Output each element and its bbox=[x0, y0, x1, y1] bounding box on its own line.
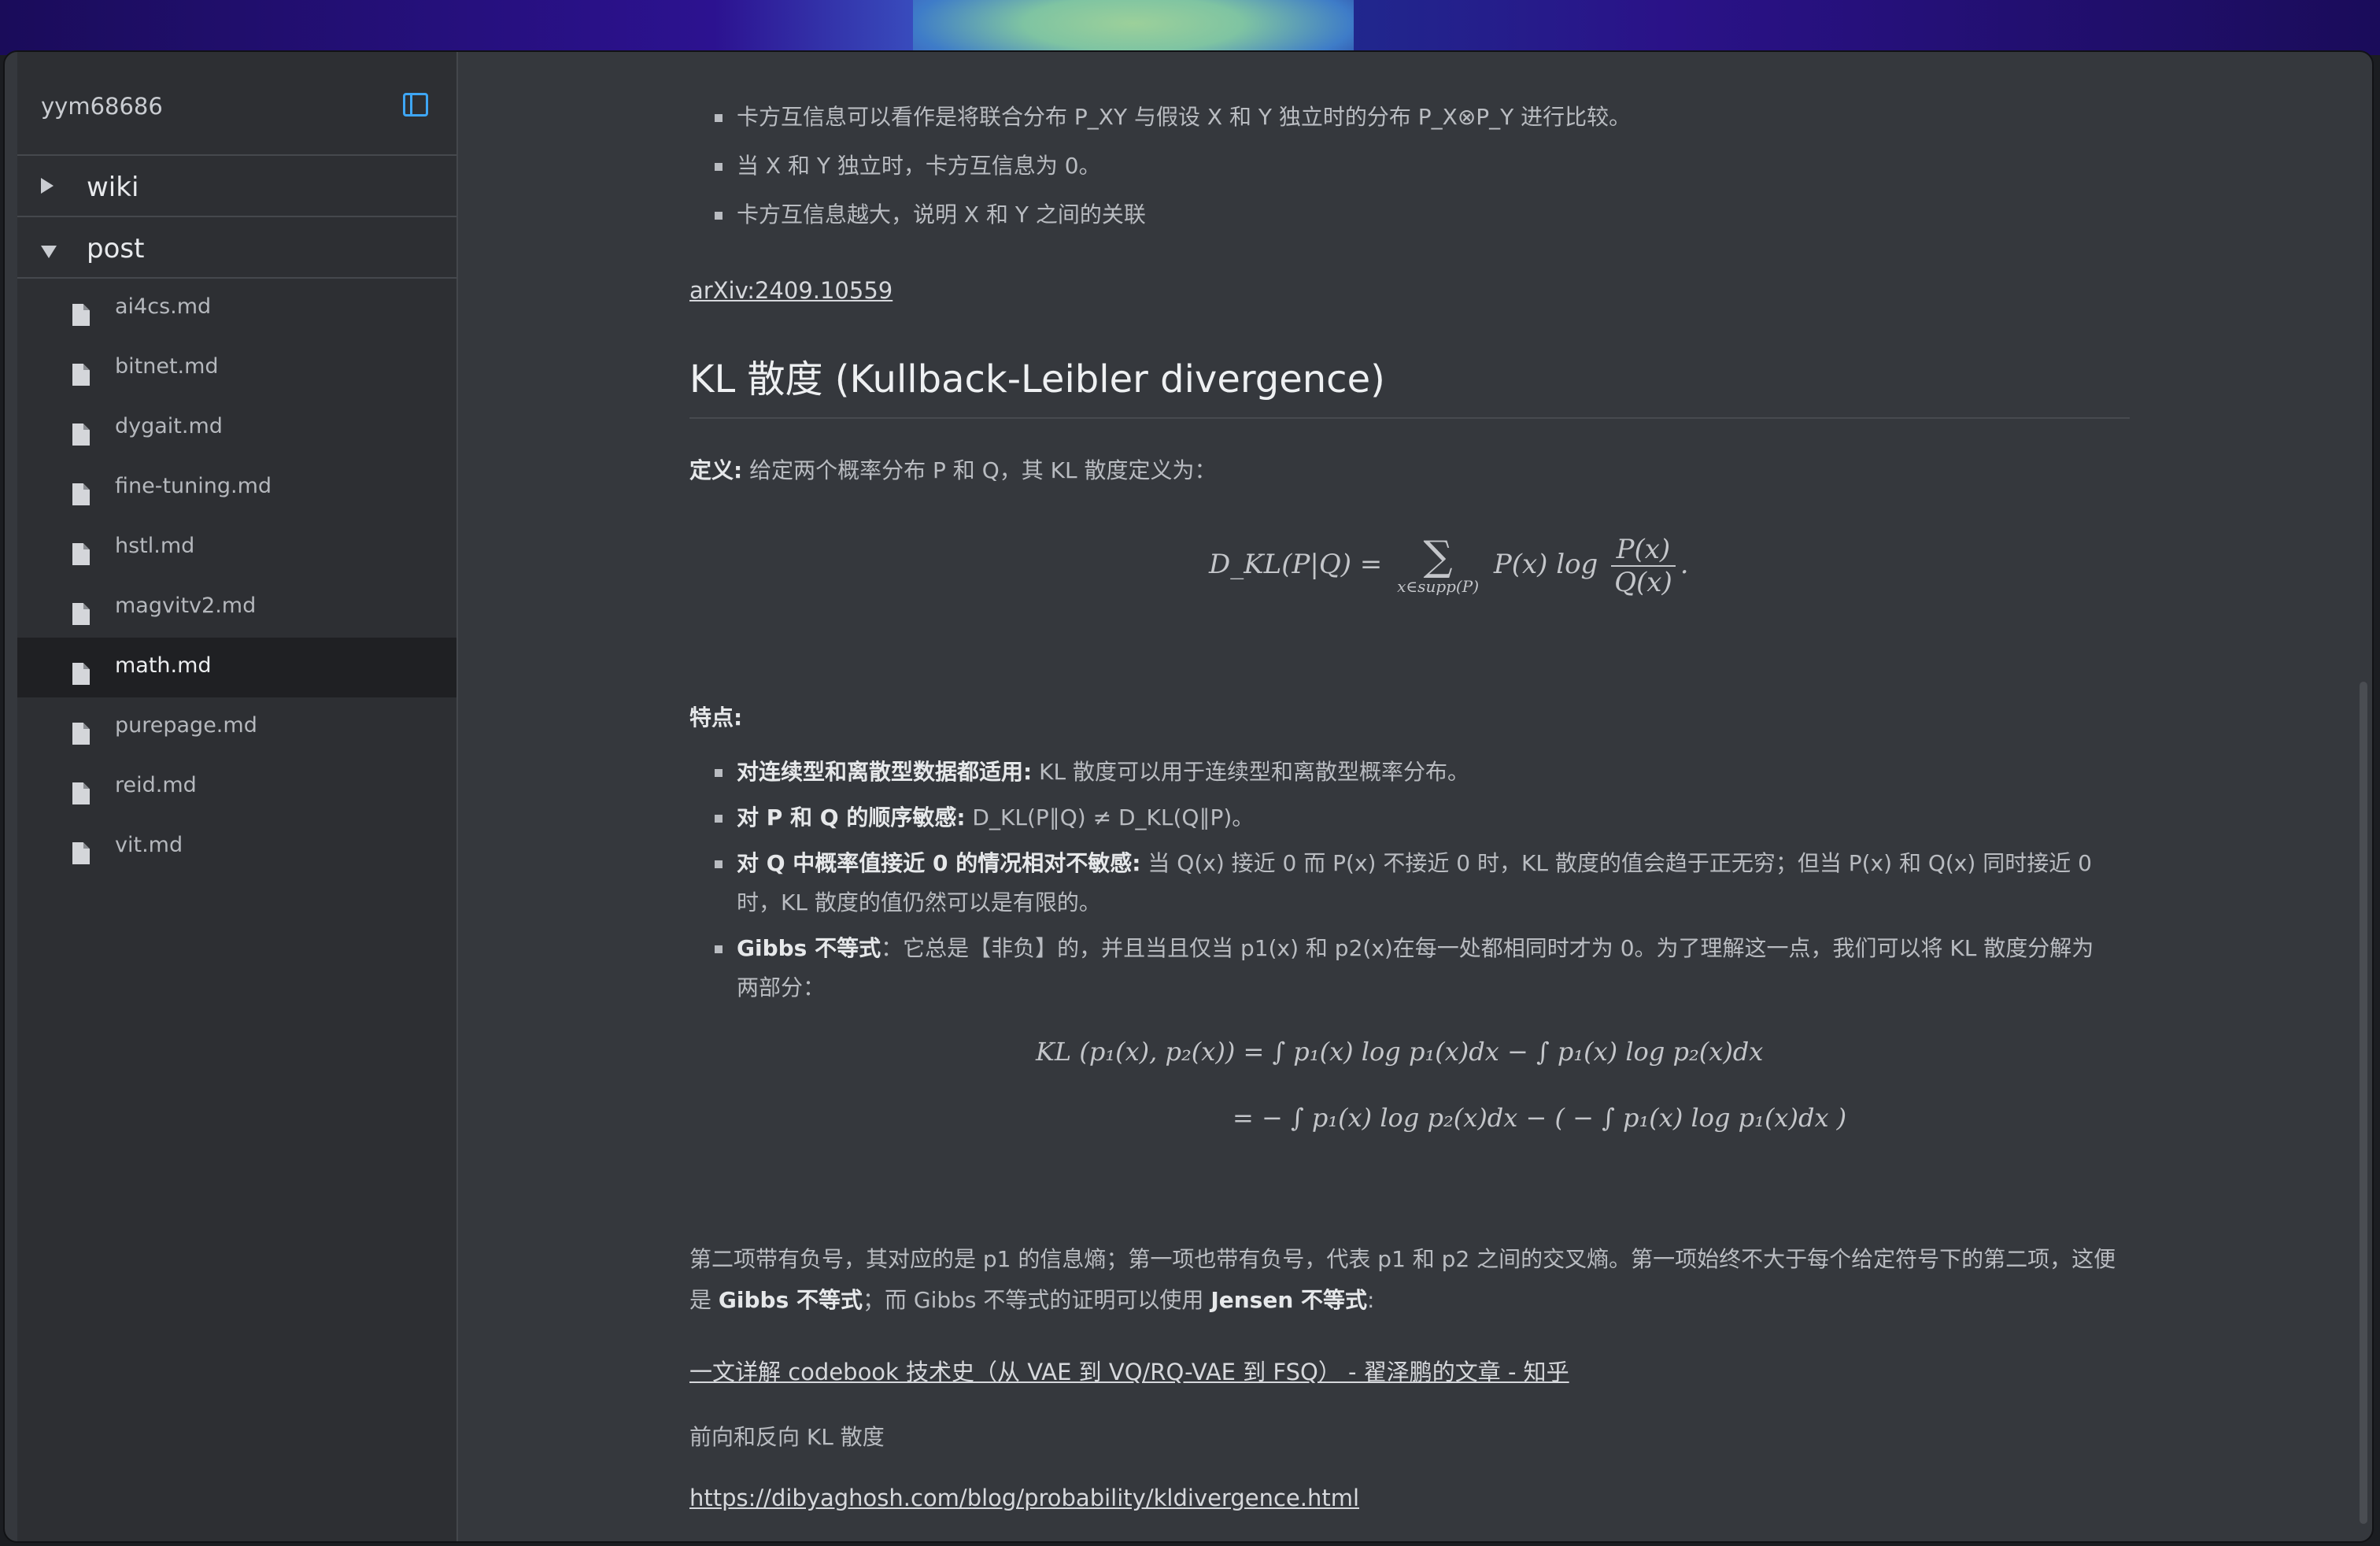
definition-text: 给定两个概率分布 P 和 Q，其 KL 散度定义为： bbox=[742, 457, 1217, 483]
file-name: dygait.md bbox=[115, 414, 223, 438]
feature-title: 对 P 和 Q 的顺序敏感: bbox=[737, 804, 966, 830]
feature-text: D_KL(P∥Q) ≠ D_KL(Q∥P)。 bbox=[965, 804, 1255, 830]
folder-post[interactable]: post bbox=[17, 217, 456, 279]
features-label: 特点: bbox=[689, 705, 743, 730]
file-name: magvitv2.md bbox=[115, 594, 257, 618]
scrollbar[interactable] bbox=[2360, 682, 2367, 1524]
feature-text: KL 散度可以用于连续型和离散型概率分布。 bbox=[1032, 759, 1469, 785]
definition-label: 定义: bbox=[689, 457, 743, 483]
feature-title: 对连续型和离散型数据都适用: bbox=[737, 759, 1033, 785]
file-item-purepage[interactable]: purepage.md bbox=[17, 697, 456, 757]
file-icon bbox=[72, 423, 90, 446]
folder-label: wiki bbox=[87, 172, 139, 203]
file-icon bbox=[72, 543, 90, 565]
gibbs-emphasis: Gibbs 不等式 bbox=[718, 1287, 863, 1313]
file-item-magvitv2[interactable]: magvitv2.md bbox=[17, 578, 456, 638]
feature-text: ：它总是【非负】的，并且当且仅当 p1(x) 和 p2(x)在每一处都相同时才为… bbox=[737, 935, 2094, 1000]
file-name: reid.md bbox=[115, 773, 197, 797]
file-item-math[interactable]: math.md bbox=[17, 638, 456, 697]
chevron-right-icon bbox=[41, 178, 54, 194]
file-icon bbox=[72, 603, 90, 625]
file-item-reid[interactable]: reid.md bbox=[17, 757, 456, 817]
desktop-wallpaper bbox=[0, 0, 2380, 55]
gibbs-paragraph: 第二项带有负号，其对应的是 p1 的信息熵；第一项也带有负号，代表 p1 和 p… bbox=[689, 1239, 2130, 1321]
numerator: P(x) bbox=[1611, 534, 1676, 567]
file-icon bbox=[72, 304, 90, 326]
chi-square-bullets: 卡方互信息可以看作是将联合分布 P_XY 与假设 X 和 Y 独立时的分布 P_… bbox=[689, 98, 1631, 244]
file-name: vit.md bbox=[115, 833, 183, 857]
equation-line: KL (p₁(x), p₂(x)) = ∫ p₁(x) log p₁(x)dx … bbox=[1036, 1037, 1764, 1067]
file-item-hstl[interactable]: hstl.md bbox=[17, 518, 456, 578]
file-item-fine-tuning[interactable]: fine-tuning.md bbox=[17, 458, 456, 518]
kl-definition-equation: D_KL(P|Q) = ∑ x∈supp(P) P(x) log P(x) Q(x)… bbox=[1209, 534, 1689, 598]
file-icon bbox=[72, 782, 90, 804]
sum-subscript: x∈supp(P) bbox=[1397, 577, 1479, 596]
file-name: math.md bbox=[115, 653, 212, 678]
list-item: Gibbs 不等式：它总是【非负】的，并且当且仅当 p1(x) 和 p2(x)在… bbox=[689, 929, 2098, 1008]
file-name: purepage.md bbox=[115, 713, 257, 738]
denominator: Q(x) bbox=[1614, 567, 1672, 598]
file-name: bitnet.md bbox=[115, 354, 219, 379]
list-item: 卡方互信息可以看作是将联合分布 P_XY 与假设 X 和 Y 独立时的分布 P_… bbox=[689, 98, 1631, 146]
equation-line: = − ∫ p₁(x) log p₂(x)dx − ( − ∫ p₁(x) lo… bbox=[1232, 1103, 1847, 1133]
file-list: ai4cs.md bitnet.md dygait.md fine-tuning… bbox=[17, 279, 456, 877]
feature-title: Gibbs 不等式 bbox=[737, 935, 881, 961]
list-item: 卡方互信息越大，说明 X 和 Y 之间的关联 bbox=[689, 195, 1631, 244]
sidebar-toggle-icon[interactable] bbox=[403, 93, 428, 117]
file-item-dygait[interactable]: dygait.md bbox=[17, 398, 456, 458]
list-item: 对连续型和离散型数据都适用: KL 散度可以用于连续型和离散型概率分布。 bbox=[689, 753, 2098, 792]
eq-lhs: D_KL(P|Q) = bbox=[1209, 549, 1383, 580]
site-title[interactable]: yym68686 bbox=[41, 93, 163, 120]
paragraph-text: : bbox=[1367, 1287, 1375, 1313]
app-window: yym68686 wiki post ai4cs.md bitnet.md dy… bbox=[3, 50, 2374, 1543]
definition-paragraph: 定义: 给定两个概率分布 P 和 Q，其 KL 散度定义为： bbox=[689, 450, 1217, 491]
list-item: 对 Q 中概率值接近 0 的情况相对不敏感: 当 Q(x) 接近 0 而 P(x… bbox=[689, 844, 2098, 923]
file-icon bbox=[72, 483, 90, 505]
file-icon bbox=[72, 663, 90, 685]
kl-blog-link[interactable]: https://dibyaghosh.com/blog/probability/… bbox=[689, 1485, 1359, 1511]
wallpaper-glow bbox=[913, 0, 1354, 55]
folder-wiki[interactable]: wiki bbox=[17, 156, 456, 217]
feature-title: 对 Q 中概率值接近 0 的情况相对不敏感: bbox=[737, 850, 1141, 876]
zhihu-article-link[interactable]: 一文详解 codebook 技术史（从 VAE 到 VQ/RQ-VAE 到 FS… bbox=[689, 1354, 1569, 1387]
list-item: 当 X 和 Y 独立时，卡方互信息为 0。 bbox=[689, 146, 1631, 195]
kl-decomposition-equation: KL (p₁(x), p₂(x)) = ∫ p₁(x) log p₁(x)dx … bbox=[1036, 1019, 1846, 1151]
file-item-vit[interactable]: vit.md bbox=[17, 817, 456, 877]
forward-reverse-text: 前向和反向 KL 散度 bbox=[689, 1424, 885, 1450]
file-item-ai4cs[interactable]: ai4cs.md bbox=[17, 279, 456, 338]
file-name: hstl.md bbox=[115, 534, 195, 558]
eq-tail: . bbox=[1680, 549, 1689, 580]
file-name: ai4cs.md bbox=[115, 294, 212, 319]
sidebar-header: yym68686 bbox=[17, 52, 456, 156]
sidebar: yym68686 wiki post ai4cs.md bitnet.md dy… bbox=[17, 52, 458, 1541]
section-heading: KL 散度 (Kullback-Leibler divergence) bbox=[689, 348, 2130, 419]
fraction: P(x) Q(x) bbox=[1611, 534, 1676, 598]
file-name: fine-tuning.md bbox=[115, 474, 272, 498]
file-icon bbox=[72, 723, 90, 745]
arxiv-link[interactable]: arXiv:2409.10559 bbox=[689, 277, 893, 304]
file-icon bbox=[72, 364, 90, 386]
file-icon bbox=[72, 842, 90, 864]
list-item: 对 P 和 Q 的顺序敏感: D_KL(P∥Q) ≠ D_KL(Q∥P)。 bbox=[689, 798, 2098, 838]
sum-operator: ∑ x∈supp(P) bbox=[1397, 533, 1479, 596]
features-paragraph: 特点: bbox=[689, 697, 742, 738]
features-list: 对连续型和离散型数据都适用: KL 散度可以用于连续型和离散型概率分布。 对 P… bbox=[689, 753, 2098, 1014]
jensen-emphasis: Jensen 不等式 bbox=[1210, 1287, 1368, 1313]
chevron-down-icon bbox=[41, 246, 57, 258]
file-item-bitnet[interactable]: bitnet.md bbox=[17, 338, 456, 398]
main-content: 卡方互信息可以看作是将联合分布 P_XY 与假设 X 和 Y 独立时的分布 P_… bbox=[458, 52, 2372, 1541]
eq-term: P(x) log bbox=[1493, 549, 1598, 580]
folder-label: post bbox=[87, 233, 145, 264]
paragraph-text: ；而 Gibbs 不等式的证明可以使用 bbox=[863, 1287, 1211, 1313]
